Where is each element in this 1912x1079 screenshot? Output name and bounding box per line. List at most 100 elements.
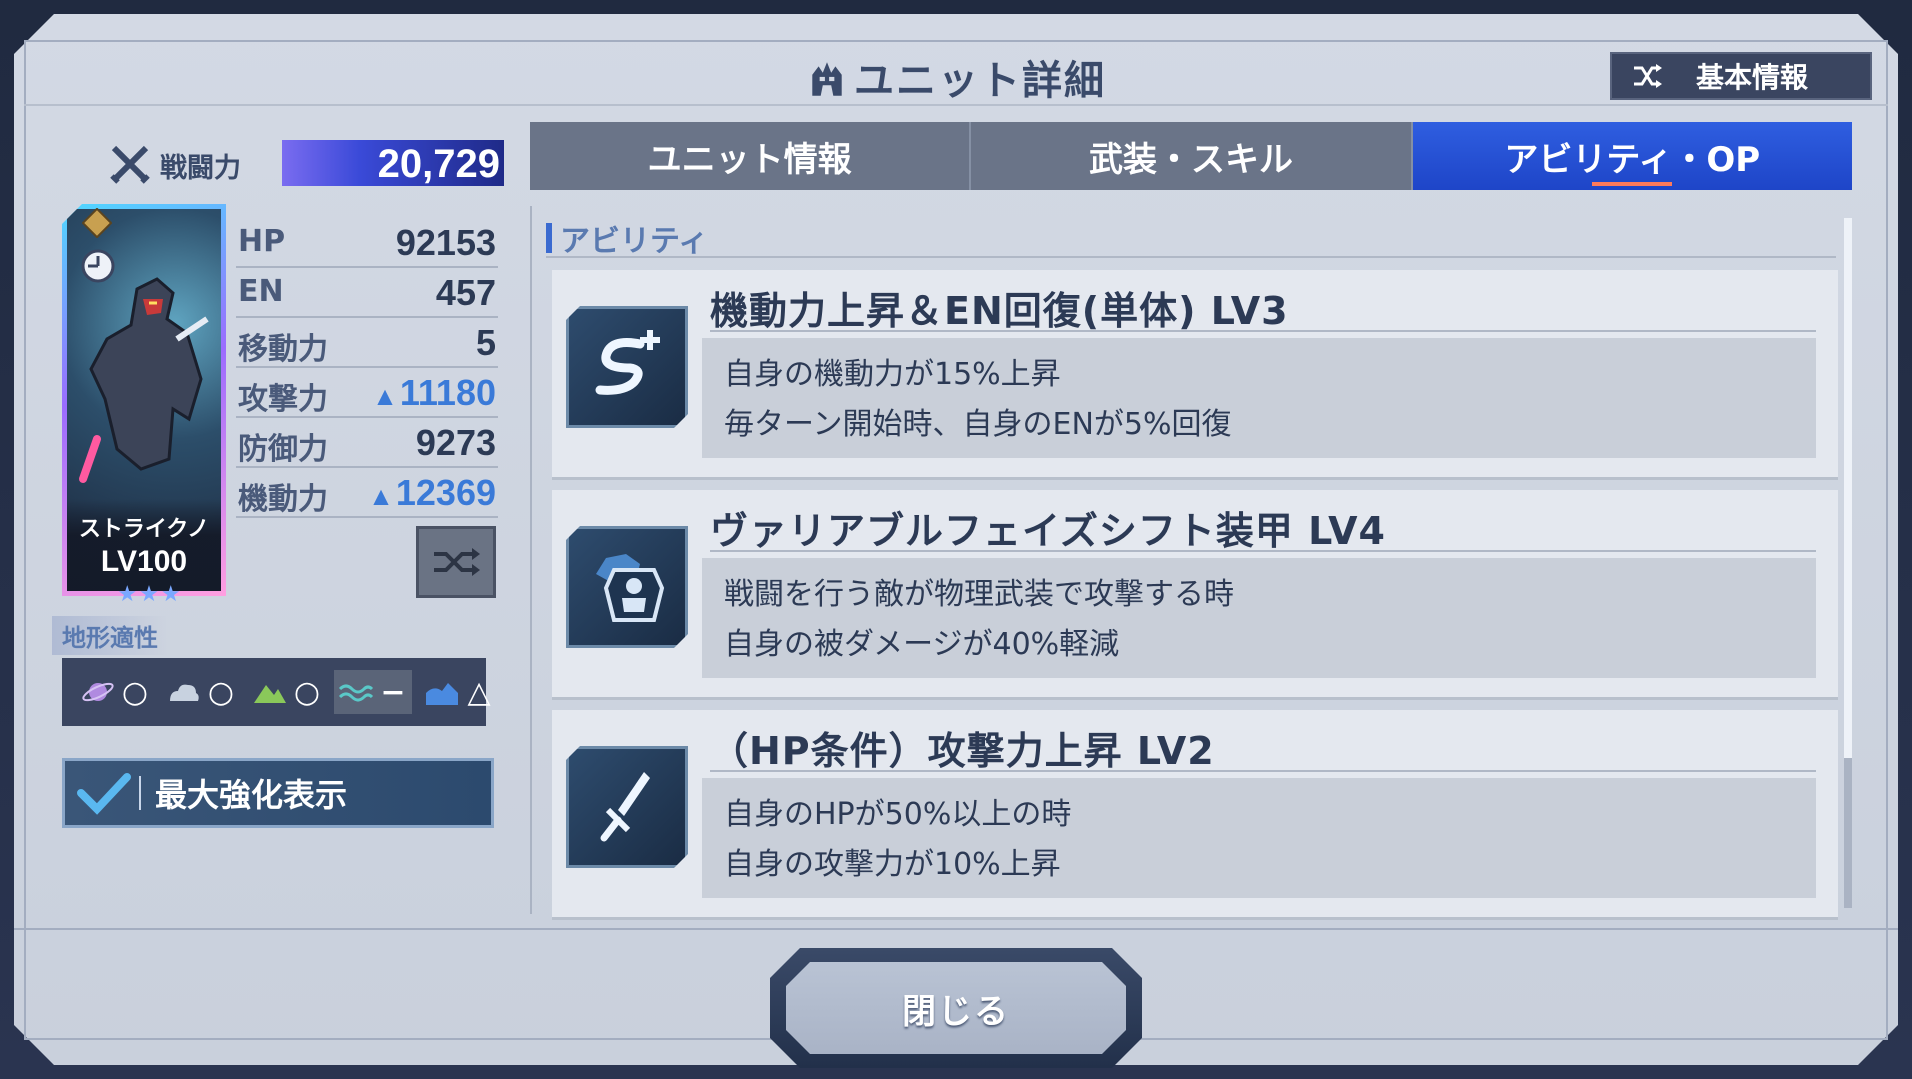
tag-badge-icon	[82, 208, 112, 238]
ability-title-rule	[710, 770, 1816, 772]
ability-title: ヴァリアブルフェイズシフト装甲 LV4	[710, 509, 1386, 553]
combat-power-value: 20,729	[377, 142, 500, 186]
unit-rarity-stars: ★★★	[117, 582, 183, 607]
section-header: アビリティ	[546, 216, 708, 260]
title-bar: ユニット詳細 基本情報	[24, 40, 1888, 106]
shuffle-icon	[434, 548, 480, 576]
tab-abilities-op[interactable]: アビリティ・OP	[1410, 122, 1852, 190]
ability-desc-line: 戦闘を行う敵が物理武装で攻撃する時	[724, 577, 1234, 612]
divider	[139, 776, 141, 810]
unit-level: LV100	[100, 545, 188, 578]
stat-value: 92153	[396, 222, 496, 264]
stat-row: EN 457	[236, 268, 498, 318]
detail-tabs: ユニット情報 武装・スキル アビリティ・OP	[530, 122, 1852, 190]
ability-icon-frame	[566, 526, 688, 648]
section-bar	[546, 223, 552, 253]
stat-row: 機動力 ▲12369	[236, 468, 498, 518]
combat-power-label: 戦闘力	[160, 153, 241, 184]
boost-arrow-icon: ▲	[368, 481, 394, 511]
ability-description: 自身のHPが50%以上の時 自身の攻撃力が10%上昇	[702, 778, 1816, 898]
air-icon	[170, 684, 199, 701]
armor-shield-icon	[584, 544, 670, 630]
unit-name: ストライクノ	[78, 517, 210, 542]
ability-desc-line: 自身の機動力が15%上昇	[724, 357, 1061, 392]
stat-number: 11180	[399, 372, 496, 413]
stat-label: EN	[238, 274, 284, 309]
terrain-underwater: △	[420, 670, 498, 714]
stat-label: 防御力	[238, 432, 328, 467]
close-button[interactable]: 閉じる	[770, 948, 1142, 1068]
ability-card[interactable]: （HP条件）攻撃力上昇 LV2 自身のHPが50%以上の時 自身の攻撃力が10%…	[552, 710, 1838, 920]
close-button-face: 閉じる	[786, 962, 1126, 1054]
close-label: 閉じる	[902, 991, 1010, 1032]
terrain-label: 地形適性	[52, 616, 168, 655]
stat-number: 9273	[415, 422, 496, 463]
stat-value: 9273	[416, 422, 496, 464]
basic-info-label: 基本情報	[1696, 61, 1809, 94]
combat-power: 戦闘力 20,729	[108, 136, 504, 188]
stat-label: 移動力	[238, 332, 328, 367]
terrain-ground-mark: ○	[293, 674, 321, 710]
basic-info-button[interactable]: 基本情報	[1610, 52, 1872, 100]
stat-label: 機動力	[238, 482, 328, 517]
ability-title-rule	[710, 550, 1816, 552]
max-enhance-toggle[interactable]: 最大強化表示	[62, 758, 494, 828]
stat-number: 12369	[395, 472, 496, 513]
stat-value: ▲11180	[372, 372, 496, 414]
ability-description: 自身の機動力が15%上昇 毎ターン開始時、自身のENが5%回復	[702, 338, 1816, 458]
terrain-water-mark: −	[380, 674, 406, 710]
ability-scrollbar[interactable]	[1844, 218, 1852, 908]
stat-row: 移動力 5	[236, 318, 498, 368]
ability-card[interactable]: 機動力上昇＆EN回復(単体) LV3 自身の機動力が15%上昇 毎ターン開始時、…	[552, 270, 1838, 480]
mech-portrait	[79, 277, 209, 483]
stat-number: 5	[475, 322, 496, 363]
unit-name-strip: ストライクノ LV100	[67, 499, 221, 591]
stat-number: 457	[435, 272, 496, 313]
ability-card[interactable]: ヴァリアブルフェイズシフト装甲 LV4 戦闘を行う敵が物理武装で攻撃する時 自身…	[552, 490, 1838, 700]
scrollbar-thumb[interactable]	[1844, 218, 1852, 758]
ability-title: （HP条件）攻撃力上昇 LV2	[710, 729, 1215, 773]
ability-list[interactable]: アビリティ 機動力上昇＆EN回復(単体) LV3 自身の機動力が15%上昇 毎タ…	[530, 206, 1852, 920]
terrain-air: ○	[162, 670, 240, 714]
bottom-rule	[14, 928, 1898, 930]
terrain-space: ○	[76, 670, 154, 714]
ability-title: 機動力上昇＆EN回復(単体) LV3	[710, 289, 1289, 333]
terrain-air-mark: ○	[207, 674, 235, 710]
terrain-water: −	[334, 670, 412, 714]
checkmark-icon	[77, 773, 131, 815]
tab-label: 武装・スキル	[1088, 139, 1293, 180]
mech-head-icon	[812, 62, 842, 96]
terrain-ground: ○	[248, 670, 326, 714]
ability-desc-line: 毎ターン開始時、自身のENが5%回復	[724, 407, 1232, 442]
stat-row: 攻撃力 ▲11180	[236, 368, 498, 418]
ability-icon-frame	[566, 306, 688, 428]
section-title: アビリティ	[560, 224, 709, 259]
max-enhance-label: 最大強化表示	[155, 776, 348, 814]
sword-icon	[584, 764, 670, 850]
space-icon	[82, 682, 114, 702]
crossed-swords-icon	[110, 145, 150, 184]
terrain-underwater-mark: △	[467, 674, 491, 710]
water-icon	[338, 684, 374, 702]
stat-number: 92153	[395, 222, 496, 263]
ability-desc-line: 自身の攻撃力が10%上昇	[724, 847, 1061, 882]
ability-desc-line: 自身のHPが50%以上の時	[724, 797, 1072, 832]
ability-icon-frame	[566, 746, 688, 868]
stat-label: 攻撃力	[238, 382, 328, 417]
underwater-icon	[426, 683, 458, 705]
swap-view-button[interactable]	[416, 526, 496, 598]
ground-icon	[254, 685, 286, 703]
stat-value: 457	[436, 272, 496, 314]
stat-value: ▲12369	[368, 472, 496, 514]
tab-label: ユニット情報	[647, 139, 852, 180]
stat-label: HP	[238, 224, 286, 259]
timer-icon	[81, 249, 115, 283]
mobility-plus-icon	[584, 324, 670, 410]
ability-description: 戦闘を行う敵が物理武装で攻撃する時 自身の被ダメージが40%軽減	[702, 558, 1816, 678]
tab-label: アビリティ・OP	[1504, 139, 1761, 180]
ability-desc-line: 自身の被ダメージが40%軽減	[724, 627, 1120, 662]
tab-unit-info[interactable]: ユニット情報	[530, 122, 969, 190]
combat-power-bar: 20,729	[282, 140, 504, 186]
tab-weapons-skills[interactable]: 武装・スキル	[969, 122, 1410, 190]
ability-title-rule	[710, 330, 1816, 332]
